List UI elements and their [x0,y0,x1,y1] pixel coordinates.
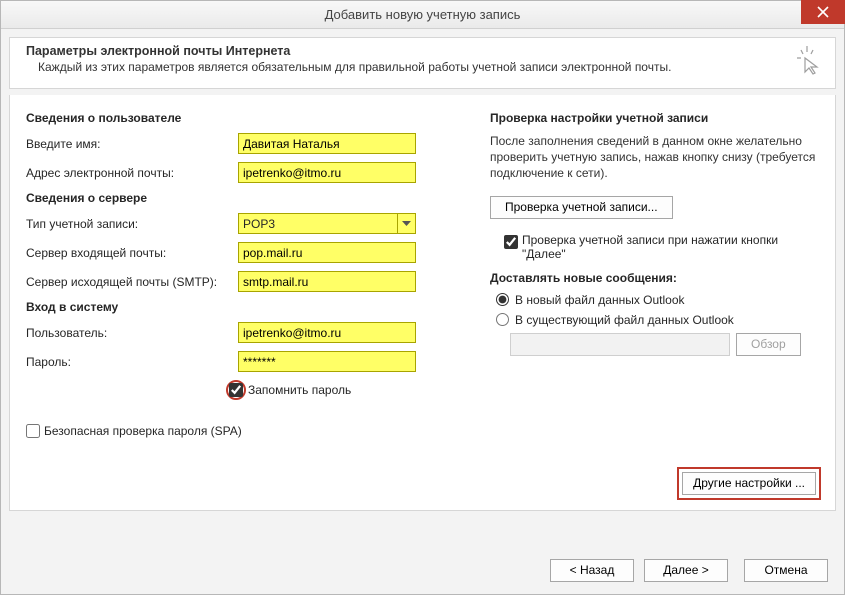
remember-checkbox[interactable] [229,383,243,397]
close-icon [817,6,829,18]
test-account-button[interactable]: Проверка учетной записи... [490,196,673,219]
radio-new-label: В новый файл данных Outlook [515,293,685,307]
remember-highlight [226,380,246,400]
spa-row: Безопасная проверка пароля (SPA) [26,424,466,438]
user-section-title: Сведения о пользователе [26,111,466,125]
content-panel: Сведения о пользователе Введите имя: Адр… [9,95,836,511]
footer-buttons: < Назад Далее > Отмена [550,559,828,582]
other-settings-highlight: Другие настройки ... [677,467,821,500]
right-column: Проверка настройки учетной записи После … [466,107,819,498]
chevron-down-icon [397,214,415,233]
name-label: Введите имя: [26,137,238,151]
remember-label: Запомнить пароль [248,383,351,397]
close-button[interactable] [801,0,845,24]
header-panel: Параметры электронной почты Интернета Ка… [9,37,836,89]
email-label: Адрес электронной почты: [26,166,238,180]
account-type-value: POP3 [243,217,275,231]
login-section-title: Вход в систему [26,300,466,314]
remember-row: Запомнить пароль [26,380,466,400]
test-on-next-checkbox[interactable] [504,235,518,249]
radio-new-file[interactable] [496,293,509,306]
test-text: После заполнения сведений в данном окне … [490,133,819,182]
window-title: Добавить новую учетную запись [1,7,844,22]
spa-label: Безопасная проверка пароля (SPA) [44,424,242,438]
cursor-icon [791,44,823,79]
password-label: Пароль: [26,355,238,369]
account-type-label: Тип учетной записи: [26,217,238,231]
dialog-window: Добавить новую учетную запись Параметры … [0,0,845,595]
cancel-button[interactable]: Отмена [744,559,828,582]
account-type-select[interactable]: POP3 [238,213,416,234]
deliver-section-title: Доставлять новые сообщения: [490,271,819,285]
radio-existing-label: В существующий файл данных Outlook [515,313,734,327]
back-button[interactable]: < Назад [550,559,634,582]
titlebar: Добавить новую учетную запись [1,1,844,29]
outgoing-label: Сервер исходящей почты (SMTP): [26,275,238,289]
incoming-label: Сервер входящей почты: [26,246,238,260]
header-subtitle: Каждый из этих параметров является обяза… [38,60,823,74]
user-input[interactable] [238,322,416,343]
test-on-next-label: Проверка учетной записи при нажатии кноп… [522,233,792,261]
name-input[interactable] [238,133,416,154]
other-settings-button[interactable]: Другие настройки ... [682,472,816,495]
header-title: Параметры электронной почты Интернета [26,44,823,58]
incoming-input[interactable] [238,242,416,263]
spa-checkbox[interactable] [26,424,40,438]
outgoing-input[interactable] [238,271,416,292]
existing-file-path-input [510,333,730,356]
password-input[interactable] [238,351,416,372]
radio-existing-file[interactable] [496,313,509,326]
next-button[interactable]: Далее > [644,559,728,582]
test-section-title: Проверка настройки учетной записи [490,111,819,125]
server-section-title: Сведения о сервере [26,191,466,205]
browse-button: Обзор [736,333,801,356]
test-on-next-row: Проверка учетной записи при нажатии кноп… [490,233,819,261]
left-column: Сведения о пользователе Введите имя: Адр… [26,107,466,498]
user-label: Пользователь: [26,326,238,340]
email-input[interactable] [238,162,416,183]
